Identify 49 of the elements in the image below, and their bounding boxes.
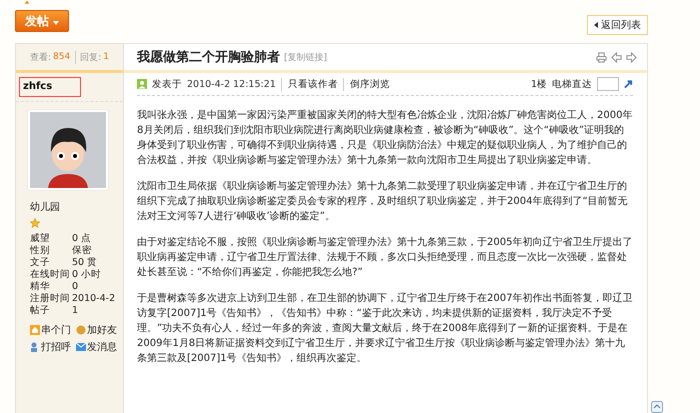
stat-label: 性别	[30, 245, 51, 257]
username-link[interactable]: zhfcs	[19, 77, 82, 97]
stat-value: 0 小时	[72, 269, 102, 281]
back-to-list-button[interactable]: 返回列表	[587, 15, 648, 35]
person-icon	[30, 342, 40, 352]
stat-label: 威望	[30, 233, 51, 245]
profile-action-link[interactable]: 打招呼	[30, 340, 76, 354]
triangle-left-icon	[594, 22, 598, 28]
replies-label: 回复:	[75, 50, 102, 64]
print-icon[interactable]	[596, 52, 607, 62]
user-icon	[137, 79, 147, 89]
stat-value: 0	[72, 281, 80, 293]
stat-label: 在线时间	[30, 269, 71, 281]
stat-label: 注册时间	[30, 293, 71, 305]
post-paragraph: 由于对鉴定结论不服，按照《职业病诊断与鉴定管理办法》第十九条第三款，于2005年初向辽宁省卫生厅提出了职业病再鉴定申请，辽宁省卫生厅置法律、法规于不顾，多次口头拒绝受理，而且态度一次比一次强硬，监督处处长甚至说：“不给你们再鉴定，你能把我怎么地?”	[137, 236, 633, 280]
post-date: 2010-4-2 12:15:21	[187, 78, 276, 90]
stat-value: 0 点	[72, 233, 92, 245]
floor-input[interactable]	[597, 77, 619, 91]
stat-label: 帖子	[30, 305, 51, 317]
profile-action-link[interactable]: 发消息	[76, 340, 122, 354]
stat-value: 50 贯	[72, 257, 98, 269]
thread-title: 我愿做第二个开胸验肺者	[137, 49, 280, 66]
posted-label: 发表于	[152, 78, 182, 90]
envelope-icon	[76, 342, 86, 352]
profile-action-link[interactable]: 串个门	[30, 323, 76, 337]
jump-label: 电梯直达	[552, 78, 592, 90]
floor-number: 1楼	[530, 78, 547, 90]
user-group: 幼儿园	[30, 200, 123, 214]
house-icon	[30, 325, 40, 335]
views-count: 854	[53, 52, 70, 62]
replies-count: 1	[103, 52, 109, 62]
stat-label: 精华	[30, 281, 51, 293]
back-to-top-icon[interactable]	[651, 401, 663, 413]
profile-action-link[interactable]: 加好友	[76, 323, 122, 337]
only-author-link[interactable]: 只看该作者	[280, 78, 338, 90]
stat-value: 1	[72, 305, 80, 317]
reverse-order-link[interactable]: 倒序浏览	[342, 78, 390, 90]
post-paragraph: 沈阳市卫生局依据《职业病诊断与鉴定管理办法》第十九条第二款受理了职业病鉴定申请，并在辽宁省卫生厅的组织下完成了抽取职业病诊断鉴定委员会专家的程序，及时组织了职业病鉴定，并于2004年底得到了“目前暂无法对王文河等7人进行‘砷吸收’诊断的鉴定”。	[137, 180, 629, 224]
stat-label: 文子	[30, 257, 51, 269]
caret-icon	[53, 21, 60, 25]
star-icon	[30, 218, 40, 228]
next-arrow-icon[interactable]	[626, 52, 637, 62]
post-paragraph: 我叫张永强，是中国第一家因污染严重被国家关闭的特大型有色冶炼企业，沈阳冶炼厂砷危害岗位工人，2000年8月关闭后，组织我们到沈阳市职业病院进行离岗职业病健康检查，被诊断为“砷吸收”。这个“砷吸收”证明我的身体受到了职业伤害，可确得不到职业病待遇，只是《职业病防治法》中规定的疑似职业病人，为了维护自己的合法权益，并按《职业病诊断与鉴定管理办法》第十九条第一款向沈阳市卫生局提出了职业病鉴定申请。	[137, 108, 633, 168]
views-label: 查看:	[30, 52, 52, 64]
previous-arrow-icon[interactable]	[611, 52, 622, 62]
go-arrow-icon[interactable]	[624, 79, 633, 89]
stat-value: 保密	[72, 245, 93, 257]
stat-value: 2010-4-2	[72, 293, 116, 305]
post-paragraph: 于是曹树森等多次进京上访到卫生部，在卫生部的协调下，辽宁省卫生厅终于在2007年初作出书面答复，即辽卫访复字[2007]1号《告知书》，《告知书》中称：“鉴于此次来访，均未提供新的证据资料，我厅决定不予受理。”功夫不负有心人，经过一年多的奔波，查阅大量文献后，终于在2008年底得到了一新的证据资料。于是在2009年1月8日将新证据资料交到辽宁省卫生厅，并要求辽宁省卫生厅按《职业病诊断与鉴定管理办法》第十九条第三款及[2007]1号《告知书》，组织再次鉴定。	[137, 292, 633, 366]
